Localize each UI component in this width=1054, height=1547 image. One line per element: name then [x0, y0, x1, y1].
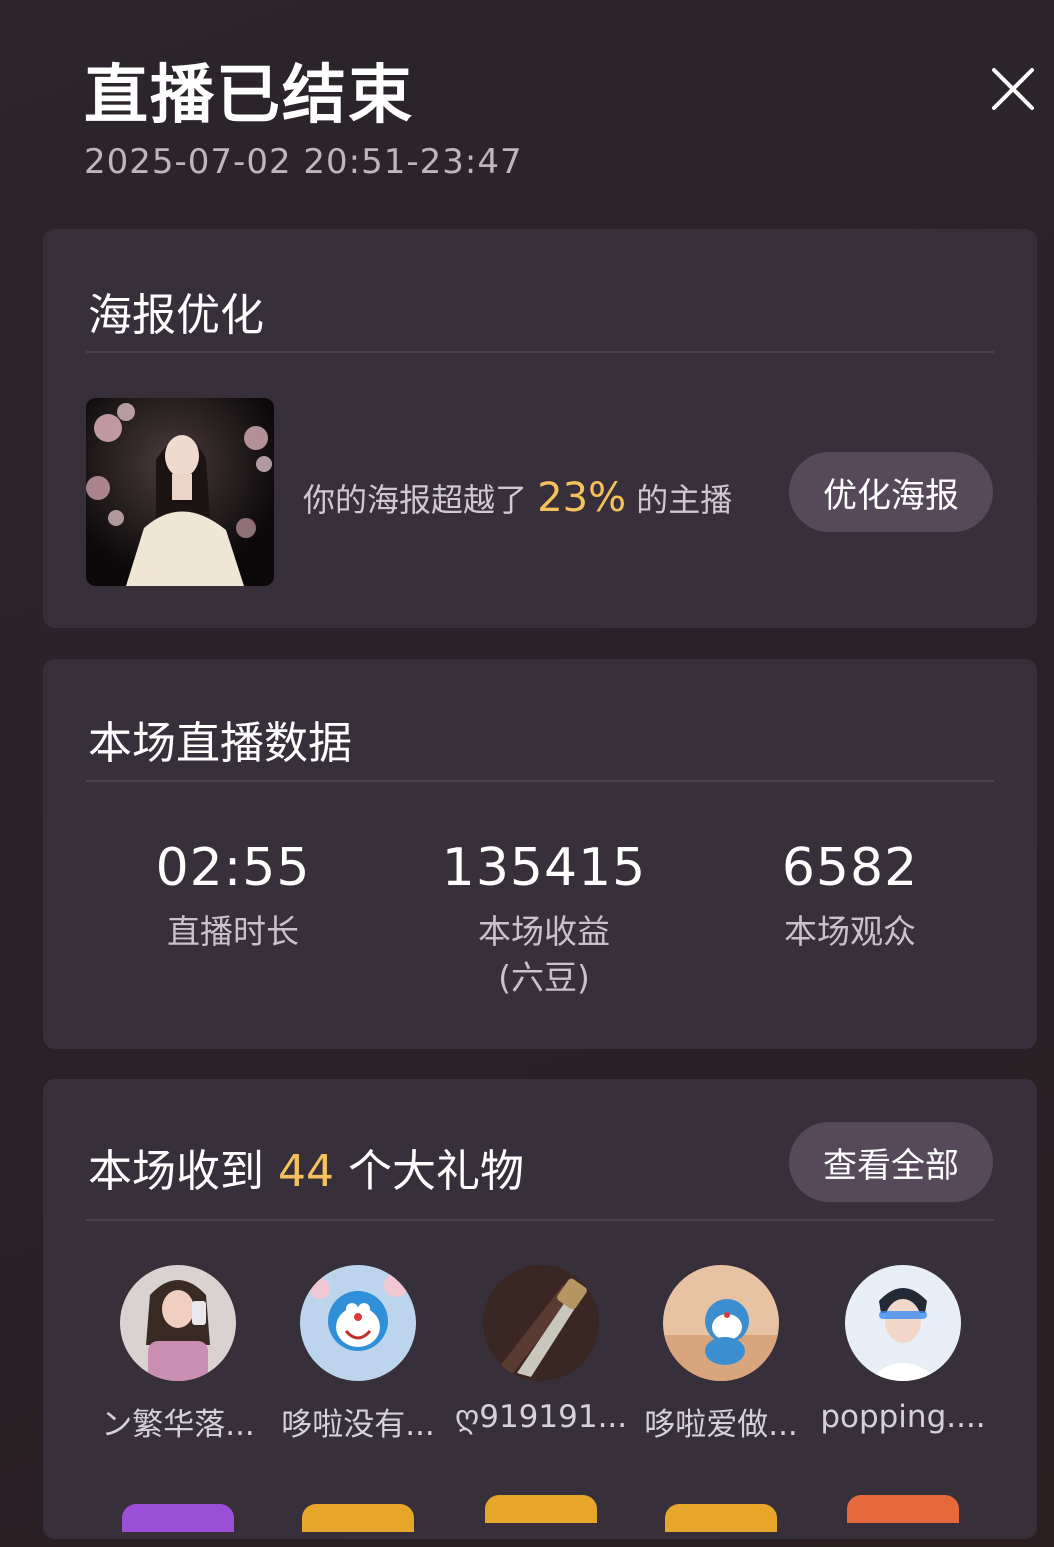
level-badge — [485, 1495, 597, 1523]
live-time-range: 2025-07-02 20:51-23:47 — [84, 142, 523, 182]
poster-text-suffix: 的主播 — [636, 481, 733, 519]
live-stats-card: 本场直播数据 02:55 直播时长 135415 本场收益 (六豆) 6582 … — [43, 659, 1037, 1049]
divider — [86, 351, 994, 353]
stat-earnings-value: 135415 — [441, 838, 647, 898]
gifter-item[interactable]: ღ919191... — [451, 1265, 631, 1523]
gifts-card-title: 本场收到 44 个大礼物 — [88, 1135, 524, 1199]
poster-percent: 23% — [537, 475, 627, 521]
stats-card-title: 本场直播数据 — [88, 718, 352, 769]
poster-card-title: 海报优化 — [88, 290, 264, 341]
level-badge — [847, 1495, 959, 1523]
stat-viewers-value: 6582 — [781, 838, 919, 898]
divider — [86, 780, 994, 782]
divider — [86, 1219, 994, 1221]
poster-thumbnail[interactable] — [86, 398, 274, 586]
gifts-count: 44 — [278, 1146, 334, 1197]
gifter-name: ン繁华落... — [101, 1407, 255, 1443]
stat-earnings: 135415 本场收益 (六豆) — [384, 837, 704, 1001]
avatar[interactable] — [845, 1265, 961, 1381]
gifter-name: ღ919191... — [454, 1399, 628, 1435]
stat-duration-label: 直播时长 — [167, 912, 299, 951]
gifter-item[interactable]: 哆啦没有... — [268, 1265, 448, 1532]
stat-earnings-label: 本场收益 (六豆) — [478, 912, 610, 997]
stat-viewers: 6582 本场观众 — [690, 837, 1010, 955]
poster-optimization-card: 海报优化 你的海报超越了 23% 的主播 优化海报 — [43, 229, 1037, 628]
view-all-button[interactable]: 查看全部 — [789, 1122, 993, 1202]
avatar[interactable] — [663, 1265, 779, 1381]
stat-duration-value: 02:55 — [155, 838, 311, 898]
poster-text-prefix: 你的海报超越了 — [303, 481, 528, 519]
level-badge — [122, 1504, 234, 1532]
gifter-name: 哆啦没有... — [281, 1407, 435, 1443]
gifter-item[interactable]: ン繁华落... — [88, 1265, 268, 1532]
stat-viewers-label: 本场观众 — [784, 912, 916, 951]
gifts-title-prefix: 本场收到 — [88, 1146, 264, 1197]
optimize-poster-button[interactable]: 优化海报 — [789, 452, 993, 532]
gifter-name: 哆啦爱做... — [644, 1407, 798, 1443]
stat-duration: 02:55 直播时长 — [73, 837, 393, 955]
level-badge — [665, 1504, 777, 1532]
gifter-item[interactable]: 哆啦爱做... — [631, 1265, 811, 1532]
gifter-name: popping.... — [820, 1399, 986, 1435]
avatar[interactable] — [120, 1265, 236, 1381]
gifts-title-suffix: 个大礼物 — [348, 1146, 524, 1197]
poster-rank-text: 你的海报超越了 23% 的主播 — [303, 475, 732, 521]
gifter-item[interactable]: popping.... — [813, 1265, 993, 1523]
avatar[interactable] — [300, 1265, 416, 1381]
page-title: 直播已结束 — [84, 59, 414, 133]
level-badge — [302, 1504, 414, 1532]
close-icon[interactable] — [982, 58, 1044, 120]
big-gifts-card: 本场收到 44 个大礼物 查看全部 ン繁华落... 哆啦没有... ღ91919… — [43, 1079, 1037, 1539]
avatar[interactable] — [483, 1265, 599, 1381]
